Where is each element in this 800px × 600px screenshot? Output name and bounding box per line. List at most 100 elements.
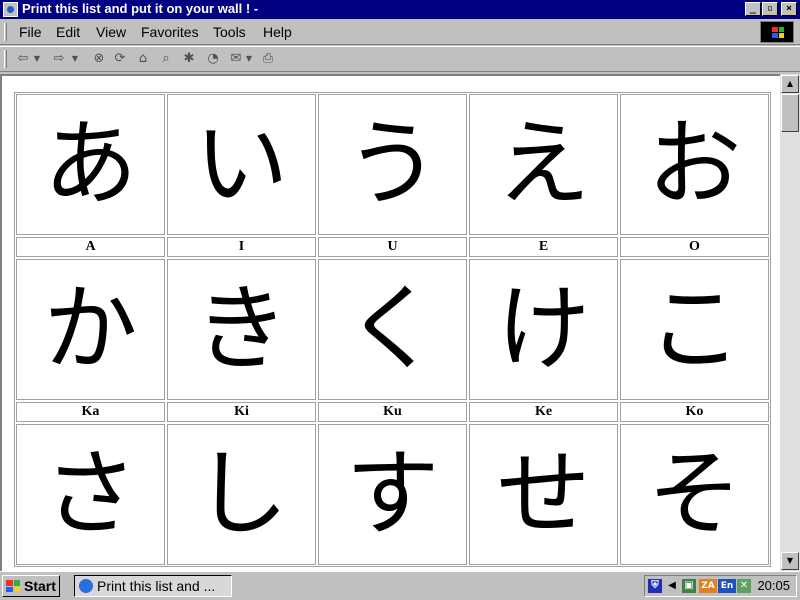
table-row: さ し す せ そ xyxy=(15,423,770,566)
romaji-label: Ke xyxy=(534,404,553,419)
kana-glyph: い xyxy=(194,109,289,219)
menu-favorites[interactable]: Favorites xyxy=(141,24,199,40)
romaji-label: Ki xyxy=(234,404,249,419)
language-en-icon[interactable]: En xyxy=(718,579,736,593)
table-row: A I U E O xyxy=(15,236,770,258)
romaji-label: A xyxy=(85,239,96,254)
mail-icon[interactable]: ✉ xyxy=(227,50,245,68)
kana-glyph: あ xyxy=(43,109,138,219)
taskbar-window-button[interactable]: Print this list and ... xyxy=(74,575,232,597)
menu-bar: File Edit View Favorites Tools Help xyxy=(0,19,800,45)
start-label: Start xyxy=(24,578,56,594)
toolbar: ⇦ ▼ ⇨ ▼ ⊗ ⟳ ⌂ ⌕ ✱ ◔ ✉ ▼ ⎙ xyxy=(0,46,800,72)
romaji-cell: Ku xyxy=(318,402,467,422)
kana-glyph: す xyxy=(345,439,440,549)
romaji-label: Ku xyxy=(383,404,402,419)
kana-cell: あ xyxy=(16,94,165,235)
romaji-cell: I xyxy=(167,237,316,257)
romaji-cell: Ko xyxy=(620,402,769,422)
kana-glyph: こ xyxy=(647,274,742,384)
forward-icon[interactable]: ⇨ xyxy=(50,50,68,68)
table-row: か き く け こ xyxy=(15,258,770,401)
refresh-icon[interactable]: ⟳ xyxy=(111,50,129,68)
search-icon[interactable]: ⌕ xyxy=(157,50,175,68)
history-icon[interactable]: ◔ xyxy=(204,50,222,68)
minimize-button[interactable]: _ xyxy=(745,2,761,16)
romaji-label: Ka xyxy=(81,404,100,419)
scroll-thumb[interactable] xyxy=(781,94,799,132)
romaji-cell: A xyxy=(16,237,165,257)
clock[interactable]: 20:05 xyxy=(757,578,790,593)
shield-icon[interactable]: ⛨ xyxy=(648,579,662,593)
home-icon[interactable]: ⌂ xyxy=(134,50,152,68)
speaker-icon[interactable]: ◀ xyxy=(665,579,679,593)
restore-button[interactable]: ▫ xyxy=(762,2,778,16)
kana-cell: く xyxy=(318,259,467,400)
tray-app-icon[interactable]: ✕ xyxy=(737,579,751,593)
back-icon[interactable]: ⇦ xyxy=(14,50,32,68)
kana-glyph: え xyxy=(496,109,591,219)
kana-glyph: け xyxy=(496,274,591,384)
system-tray: ⛨ ◀ ▣ ZA En ✕ 20:05 xyxy=(644,575,797,597)
browser-window-icon[interactable] xyxy=(3,2,18,17)
menu-file[interactable]: File xyxy=(19,24,42,40)
print-icon[interactable]: ⎙ xyxy=(259,50,277,68)
forward-dropdown-icon[interactable]: ▼ xyxy=(70,50,80,68)
kana-glyph: お xyxy=(647,109,742,219)
title-bar[interactable]: Print this list and put it on your wall … xyxy=(0,0,800,19)
network-icon[interactable]: ▣ xyxy=(682,579,696,593)
kana-glyph: き xyxy=(194,274,289,384)
start-button[interactable]: Start xyxy=(2,575,60,597)
menu-view[interactable]: View xyxy=(96,24,126,40)
kana-glyph: せ xyxy=(496,439,591,549)
vertical-scrollbar[interactable]: ▲ ▼ xyxy=(780,74,800,571)
windows-logo-icon xyxy=(760,21,794,43)
favorites-icon[interactable]: ✱ xyxy=(180,50,198,68)
internet-explorer-icon xyxy=(79,579,93,593)
kana-cell: お xyxy=(620,94,769,235)
romaji-label: Ko xyxy=(685,404,704,419)
kana-cell: し xyxy=(167,424,316,565)
kana-glyph: う xyxy=(345,109,440,219)
close-button[interactable]: × xyxy=(781,2,797,16)
kana-cell: か xyxy=(16,259,165,400)
romaji-label: I xyxy=(238,239,245,254)
kana-cell: え xyxy=(469,94,618,235)
romaji-cell: U xyxy=(318,237,467,257)
page-content[interactable]: あ い う え お A I U E O か き く け こ Ka Ki Ku K… xyxy=(0,74,780,571)
hiragana-table: あ い う え お A I U E O か き く け こ Ka Ki Ku K… xyxy=(14,92,771,567)
kana-cell: さ xyxy=(16,424,165,565)
taskbar-window-label: Print this list and ... xyxy=(97,578,216,594)
romaji-cell: Ki xyxy=(167,402,316,422)
romaji-label: O xyxy=(689,239,700,254)
kana-glyph: し xyxy=(194,439,289,549)
stop-icon[interactable]: ⊗ xyxy=(90,50,108,68)
ime-za-icon[interactable]: ZA xyxy=(699,579,717,593)
romaji-cell: O xyxy=(620,237,769,257)
kana-cell: き xyxy=(167,259,316,400)
table-row: Ka Ki Ku Ke Ko xyxy=(15,401,770,423)
menubar-grip[interactable] xyxy=(4,23,7,41)
kana-cell: け xyxy=(469,259,618,400)
menu-help[interactable]: Help xyxy=(263,24,292,40)
toolbar-grip[interactable] xyxy=(4,50,7,68)
back-dropdown-icon[interactable]: ▼ xyxy=(32,50,42,68)
kana-cell: う xyxy=(318,94,467,235)
kana-glyph: か xyxy=(43,274,138,384)
windows-flag-icon xyxy=(6,580,20,592)
romaji-label: E xyxy=(538,239,549,254)
kana-cell: せ xyxy=(469,424,618,565)
kana-glyph: さ xyxy=(43,439,138,549)
mail-dropdown-icon[interactable]: ▼ xyxy=(244,50,254,68)
romaji-cell: Ka xyxy=(16,402,165,422)
romaji-label: U xyxy=(387,239,398,254)
scroll-up-icon[interactable]: ▲ xyxy=(781,75,799,93)
window-title: Print this list and put it on your wall … xyxy=(22,1,259,16)
menu-tools[interactable]: Tools xyxy=(213,24,246,40)
table-row: あ い う え お xyxy=(15,93,770,236)
romaji-cell: Ke xyxy=(469,402,618,422)
romaji-cell: E xyxy=(469,237,618,257)
kana-glyph: く xyxy=(345,274,440,384)
scroll-down-icon[interactable]: ▼ xyxy=(781,552,799,570)
menu-edit[interactable]: Edit xyxy=(56,24,80,40)
